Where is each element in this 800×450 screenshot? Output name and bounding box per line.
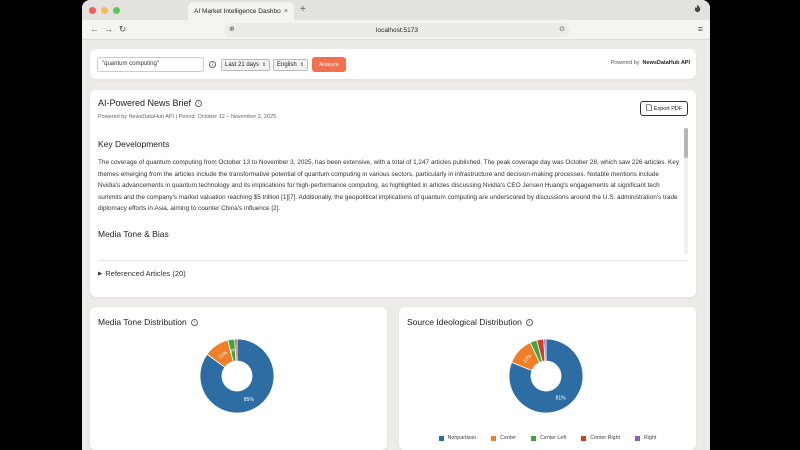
window-controls [89, 6, 120, 14]
scrollbar-thumb[interactable] [684, 128, 688, 158]
slice-label: 85% [244, 397, 255, 403]
navigation-bar: ← → ↻ ⊕ localhost:5173 ⊙ ≡ [82, 20, 710, 40]
legend-swatch [438, 435, 444, 441]
legend-item[interactable]: Nonpartisan [438, 435, 477, 441]
forward-icon[interactable]: → [102, 24, 115, 35]
globe-icon: ⊕ [229, 26, 235, 33]
language-select[interactable]: English ⇕ [273, 59, 308, 71]
info-icon[interactable]: i [209, 61, 216, 68]
tone-donut-chart[interactable]: 85%11% 3% [90, 307, 387, 450]
maximize-window-button[interactable] [113, 6, 120, 14]
legend-swatch [581, 435, 587, 441]
url-bar[interactable]: ⊕ localhost:5173 ⊙ [224, 23, 570, 37]
brief-subtitle: Powered by NewsDataHub API | Period: Oct… [98, 114, 277, 120]
page-content: "quantum computing" i Last 21 days ⇕ Eng… [82, 41, 710, 450]
reload-icon[interactable]: ↻ [116, 24, 129, 35]
url-text: localhost:5173 [376, 26, 418, 34]
referenced-articles-label: Referenced Articles (20) [105, 269, 186, 278]
browser-tab[interactable]: AI Market Intelligence Dashboard × [188, 2, 294, 20]
disclosure-triangle-icon: ▶ [98, 270, 103, 277]
legend-label: Center Right [590, 435, 621, 441]
new-tab-button[interactable]: + [300, 4, 306, 15]
legend-item[interactable]: Center Left [531, 435, 566, 441]
search-panel: "quantum computing" i Last 21 days ⇕ Eng… [90, 49, 696, 79]
powered-by-prefix: Powered by [610, 60, 640, 66]
ideology-donut-chart[interactable]: 81%12% [399, 307, 696, 450]
legend-label: Nonpartisan [447, 435, 477, 441]
firefox-icon[interactable] [693, 4, 702, 15]
source-ideology-panel: Source Ideological Distribution i 81% 12%… [399, 307, 696, 450]
tab-title: AI Market Intelligence Dashboard [194, 7, 281, 15]
chart-legend: Nonpartisan Center Center Left Center Right… [399, 435, 696, 441]
browser-window: AI Market Intelligence Dashboard × + ← →… [82, 0, 710, 450]
powered-by: Powered by NewsDataHub API [610, 60, 690, 66]
legend-swatch [635, 435, 641, 441]
legend-item[interactable]: Center [491, 435, 516, 441]
hamburger-menu-icon[interactable]: ≡ [698, 24, 703, 34]
close-window-button[interactable] [89, 6, 96, 14]
back-icon[interactable]: ← [88, 24, 101, 35]
section-heading: Media Tone & Bias [98, 228, 169, 239]
analyze-button[interactable]: Analyze [312, 57, 346, 72]
legend-item[interactable]: Right [635, 435, 656, 441]
legend-swatch [491, 435, 497, 441]
slice-label: 81% [556, 396, 567, 402]
legend-label: Center [500, 435, 517, 441]
language-select-value: English [277, 62, 297, 68]
minimize-window-button[interactable] [101, 6, 108, 14]
close-tab-icon[interactable]: × [284, 8, 288, 15]
legend-item[interactable]: Center Right [581, 435, 620, 441]
news-brief-panel: AI-Powered News Brief i Powered by NewsD… [90, 90, 696, 297]
powered-by-brand: NewsDataHub API [642, 60, 690, 66]
legend-swatch [531, 435, 537, 441]
brief-title: AI-Powered News Brief [98, 98, 192, 108]
search-input[interactable]: "quantum computing" [97, 57, 204, 72]
export-pdf-button[interactable]: Export PDF [640, 101, 688, 116]
info-icon[interactable]: i [195, 99, 203, 107]
referenced-articles-toggle[interactable]: ▶ Referenced Articles (20) [98, 269, 186, 278]
brief-header: AI-Powered News Brief i [98, 98, 203, 108]
section-paragraph: The coverage of quantum computing from O… [98, 159, 680, 213]
legend-label: Right [644, 435, 657, 441]
divider [98, 260, 688, 261]
period-select[interactable]: Last 21 days ⇕ [221, 59, 271, 71]
section-heading: Key Developments [98, 139, 170, 149]
document-icon [645, 104, 652, 113]
brief-content[interactable]: Key Developments The coverage of quantum… [98, 129, 680, 253]
period-select-value: Last 21 days [225, 62, 260, 68]
media-tone-panel: Media Tone Distribution i 85% 11% 3% [90, 307, 387, 450]
legend-label: Center Left [540, 435, 567, 441]
chevron-updown-icon: ⇕ [262, 62, 267, 68]
share-icon[interactable]: ⊙ [559, 25, 565, 33]
chevron-updown-icon: ⇕ [299, 62, 304, 68]
tab-bar: AI Market Intelligence Dashboard × + [82, 0, 710, 20]
export-pdf-label: Export PDF [653, 105, 683, 112]
